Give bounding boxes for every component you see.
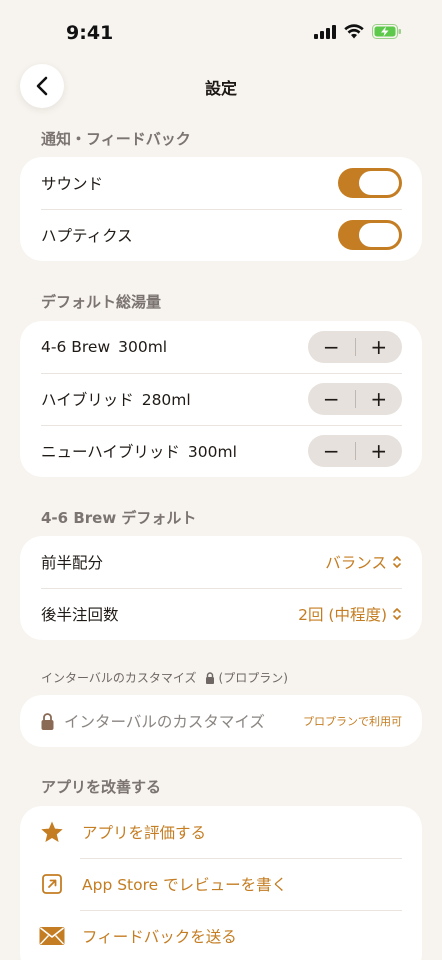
status-icons xyxy=(314,24,402,39)
second-half-pours-row[interactable]: 後半注回数 2回 (中程度) xyxy=(20,588,422,640)
water-stepper-hybrid: − + xyxy=(308,383,402,415)
first-half-ratio-label: 前半配分 xyxy=(41,554,104,572)
water-amount: 300ml xyxy=(187,443,237,461)
envelope-icon xyxy=(39,923,65,949)
second-half-pours-label: 後半注回数 xyxy=(41,606,119,624)
increment-button[interactable]: + xyxy=(356,331,403,363)
improve-card: アプリを評価する App Store でレビューを書く フィードバックを送る xyxy=(20,806,422,960)
increment-button[interactable]: + xyxy=(356,435,403,467)
interval-header-suffix: (プロプラン) xyxy=(218,671,288,685)
chevron-up-down-icon xyxy=(393,556,401,568)
cellular-icon xyxy=(314,24,336,39)
sound-toggle[interactable] xyxy=(338,168,402,198)
brew-default-card: 前半配分 バランス 後半注回数 2回 (中程度) xyxy=(20,536,422,640)
haptics-row: ハプティクス xyxy=(20,209,422,261)
decrement-button[interactable]: − xyxy=(308,331,355,363)
water-row-label: ニューハイブリッド 300ml xyxy=(41,440,308,462)
wifi-icon xyxy=(344,24,364,39)
water-row-label: 4-6 Brew 300ml xyxy=(41,338,308,356)
water-row-label: ハイブリッド 280ml xyxy=(41,388,308,410)
send-feedback-row[interactable]: フィードバックを送る xyxy=(20,910,422,960)
status-bar: 9:41 xyxy=(0,0,442,64)
haptics-label: ハプティクス xyxy=(41,227,133,245)
write-review-label: App Store でレビューを書く xyxy=(82,876,288,894)
second-half-pours-picker[interactable]: 2回 (中程度) xyxy=(298,603,402,625)
section-header-improve: アプリを改善する xyxy=(41,778,162,796)
lock-icon xyxy=(41,712,54,730)
chevron-up-down-icon xyxy=(393,608,401,620)
water-row-new-hybrid: ニューハイブリッド 300ml − + xyxy=(20,425,422,477)
water-stepper-46brew: − + xyxy=(308,331,402,363)
decrement-button[interactable]: − xyxy=(308,383,355,415)
rate-app-row[interactable]: アプリを評価する xyxy=(20,806,422,858)
page-title: 設定 xyxy=(204,79,237,98)
water-row-hybrid: ハイブリッド 280ml − + xyxy=(20,373,422,425)
pro-plan-badge: プロプランで利用可 xyxy=(303,715,402,728)
brew-method-name: ニューハイブリッド xyxy=(41,443,180,461)
picker-value: 2回 (中程度) xyxy=(298,606,387,624)
interval-card: インターバルのカスタマイズ プロプランで利用可 xyxy=(20,695,422,747)
star-icon xyxy=(39,819,65,845)
sound-label: サウンド xyxy=(41,175,104,193)
toggle-knob xyxy=(359,223,399,247)
sound-row: サウンド xyxy=(20,157,422,209)
send-feedback-label: フィードバックを送る xyxy=(82,928,237,946)
water-stepper-new-hybrid: − + xyxy=(308,435,402,467)
section-header-default-water: デフォルト総湯量 xyxy=(41,293,162,311)
battery-charging-icon xyxy=(372,24,401,39)
rate-app-label: アプリを評価する xyxy=(82,824,207,842)
section-header-notifications: 通知・フィードバック xyxy=(41,130,191,148)
water-amount: 300ml xyxy=(118,338,168,356)
section-header-brew-default: 4-6 Brew デフォルト xyxy=(41,509,197,527)
first-half-ratio-row[interactable]: 前半配分 バランス xyxy=(20,536,422,588)
toggle-knob xyxy=(359,171,399,195)
brew-method-name: ハイブリッド xyxy=(41,391,134,409)
section-header-interval: インターバルのカスタマイズ (プロプラン) xyxy=(41,669,288,686)
default-water-card: 4-6 Brew 300ml − + ハイブリッド 280ml − + ニューハイブ… xyxy=(20,321,422,477)
notifications-card: サウンド ハプティクス xyxy=(20,157,422,261)
external-link-icon xyxy=(39,871,65,897)
status-time: 9:41 xyxy=(66,22,114,44)
interval-header-label: インターバルのカスタマイズ xyxy=(41,671,197,685)
lock-icon xyxy=(205,671,214,684)
write-review-row[interactable]: App Store でレビューを書く xyxy=(20,858,422,910)
nav-bar: 設定 xyxy=(0,64,442,108)
haptics-toggle[interactable] xyxy=(338,220,402,250)
picker-value: バランス xyxy=(325,554,387,572)
first-half-ratio-picker[interactable]: バランス xyxy=(325,551,402,573)
interval-customize-label: インターバルのカスタマイズ xyxy=(64,713,265,731)
water-amount: 280ml xyxy=(141,391,191,409)
brew-method-name: 4-6 Brew xyxy=(41,338,111,356)
interval-locked-row[interactable]: インターバルのカスタマイズ プロプランで利用可 xyxy=(20,695,422,747)
decrement-button[interactable]: − xyxy=(308,435,355,467)
water-row-46brew: 4-6 Brew 300ml − + xyxy=(20,321,422,373)
increment-button[interactable]: + xyxy=(356,383,403,415)
